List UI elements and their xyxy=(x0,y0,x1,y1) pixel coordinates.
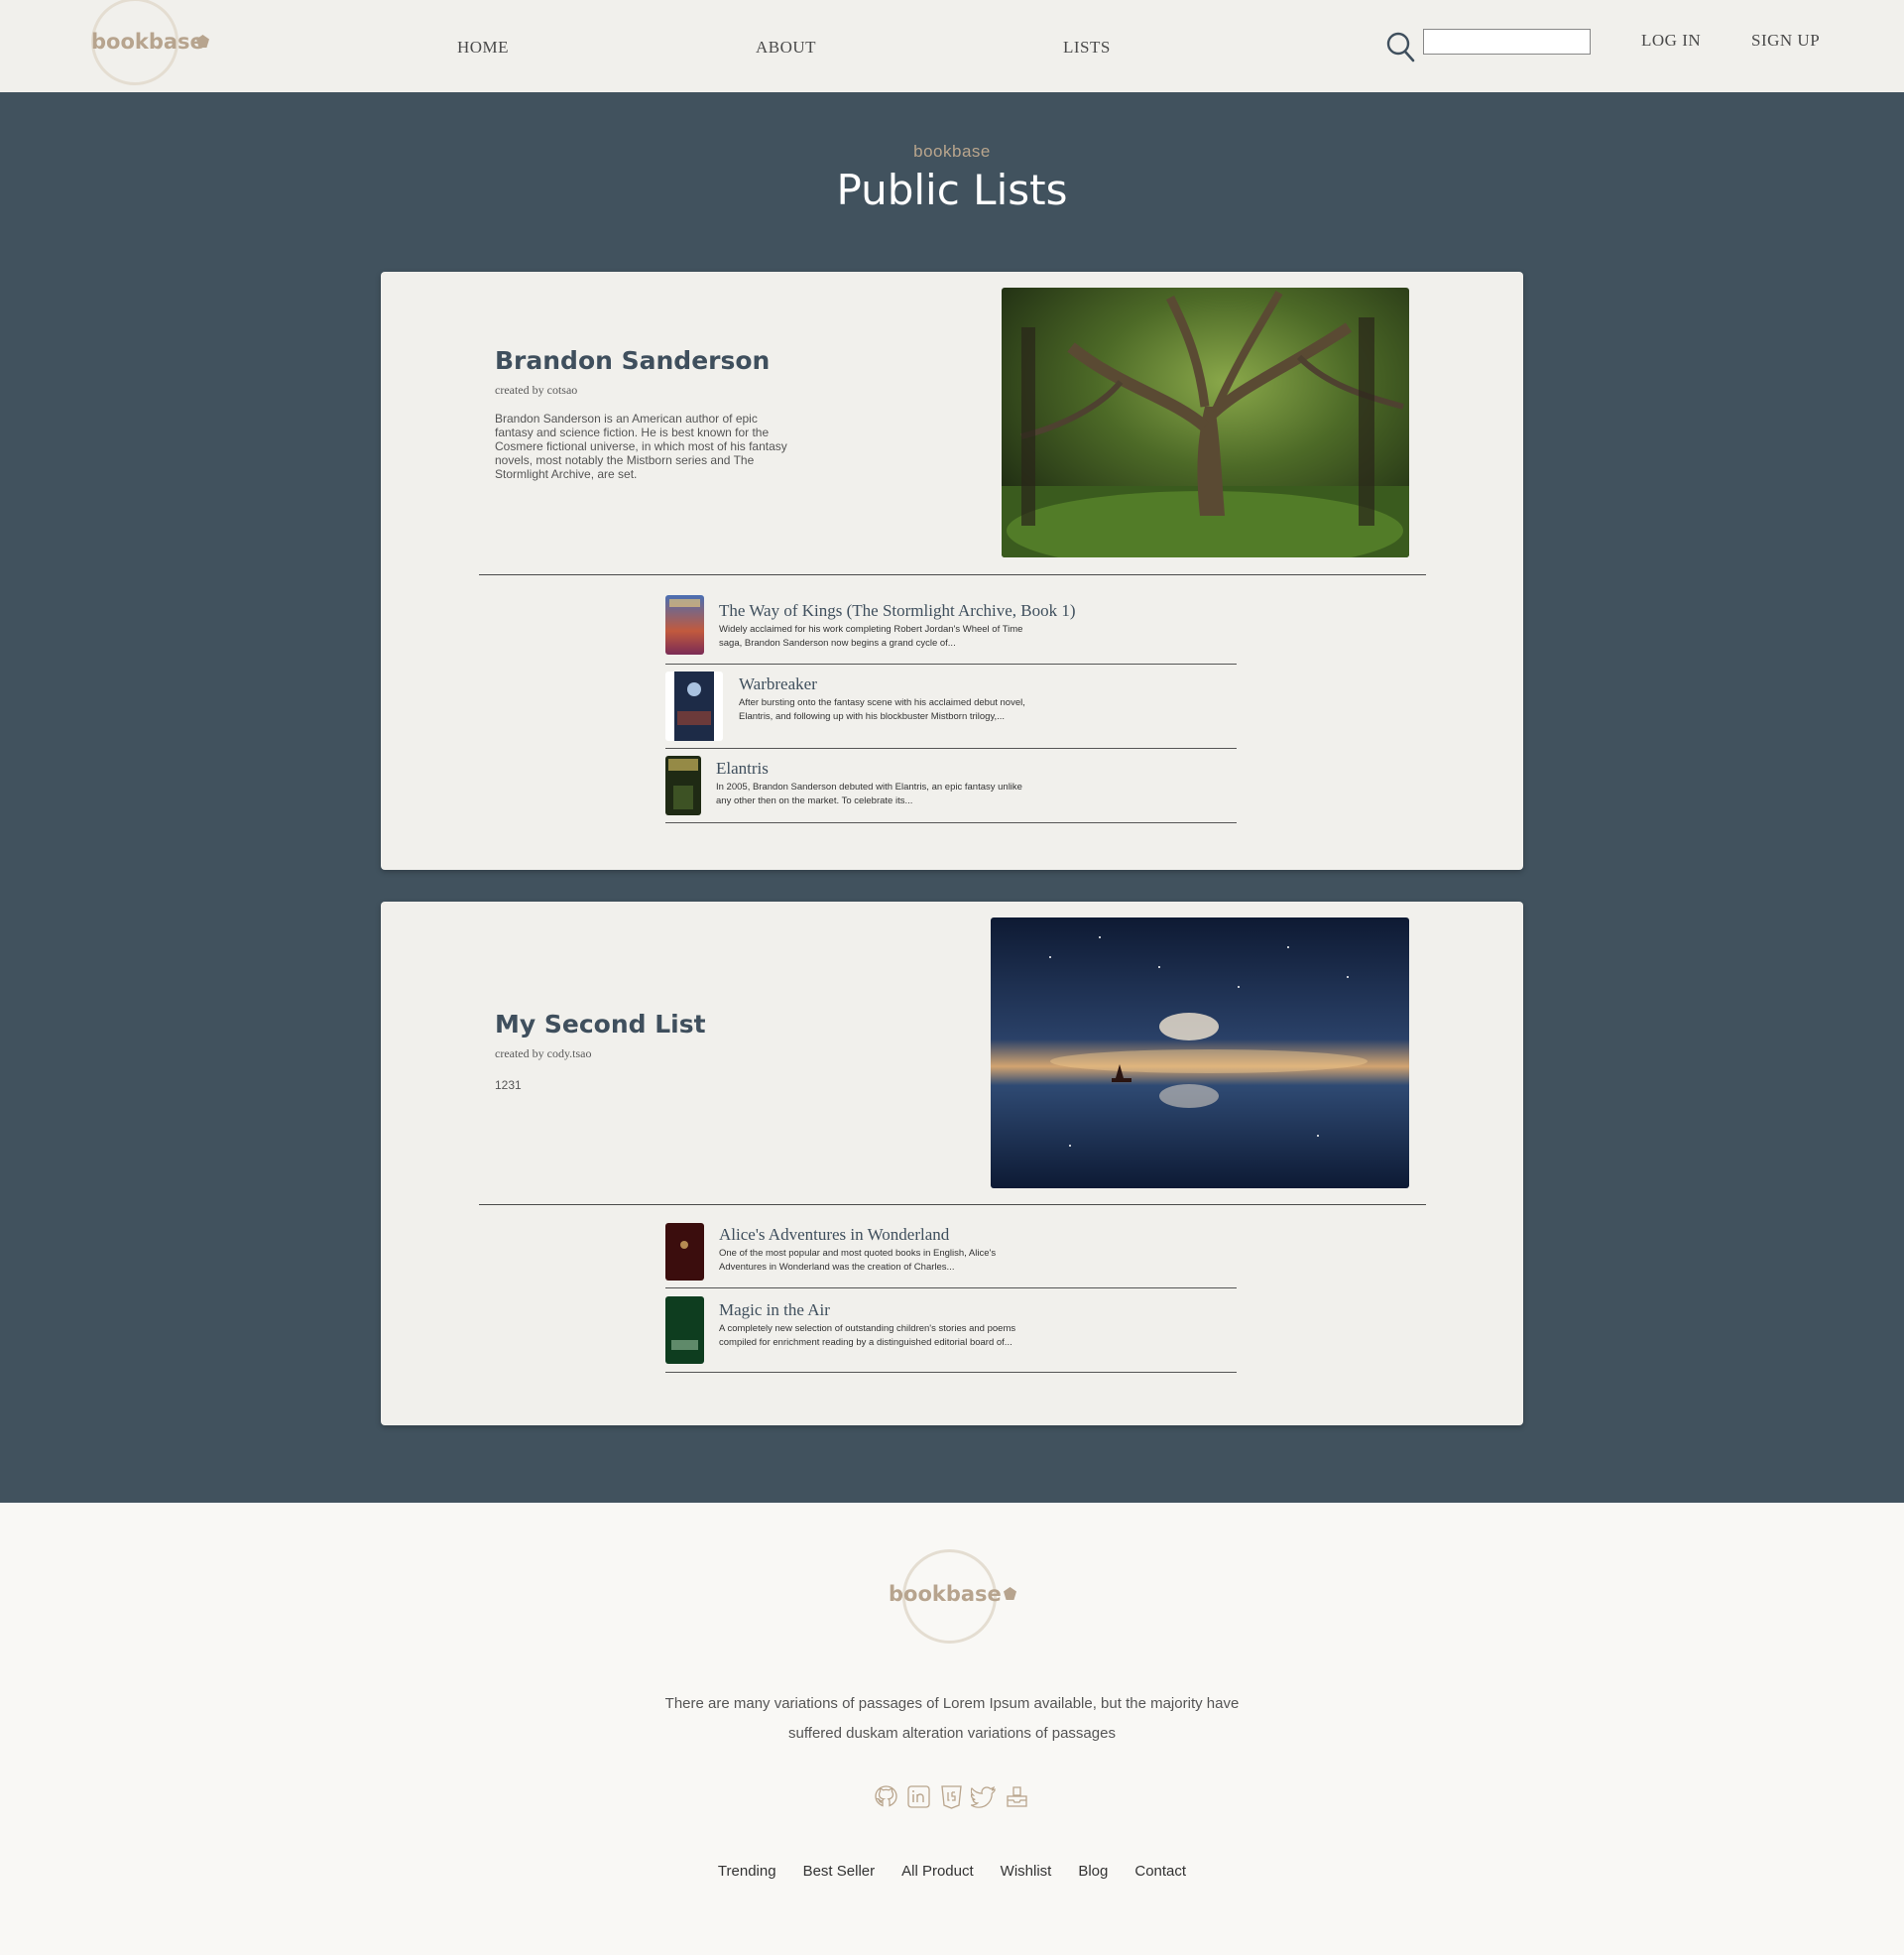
footer-links: Trending Best Seller All Product Wishlis… xyxy=(0,1863,1904,1880)
list-cover-image xyxy=(991,917,1409,1188)
linkedin-icon[interactable] xyxy=(905,1783,932,1810)
book-cover xyxy=(665,1223,704,1281)
html5-icon[interactable] xyxy=(938,1783,965,1810)
book-row[interactable]: Alice's Adventures in Wonderland One of … xyxy=(665,1223,1237,1288)
book-cover-art xyxy=(665,1223,704,1281)
book-title[interactable]: Elantris xyxy=(716,759,769,779)
book-cover xyxy=(665,756,701,815)
book-description: Widely acclaimed for his work completing… xyxy=(719,624,1023,649)
twitter-icon[interactable] xyxy=(971,1783,998,1810)
list-description: 1231 xyxy=(495,1078,522,1092)
book-description: A completely new selection of outstandin… xyxy=(719,1323,1016,1348)
list-card: Brandon Sanderson created by cotsao Bran… xyxy=(381,272,1523,870)
book-cover-art xyxy=(665,1296,704,1364)
search-input[interactable] xyxy=(1423,29,1591,55)
inbox-icon[interactable] xyxy=(1004,1783,1030,1810)
list-creator: created by cody.tsao xyxy=(495,1046,592,1060)
nav-home-link[interactable]: HOME xyxy=(457,38,509,58)
footer: bookbase There are many variations of pa… xyxy=(0,1503,1904,1955)
book-row[interactable]: Elantris In 2005, Brandon Sanderson debu… xyxy=(665,749,1237,823)
top-navbar: bookbase HOME ABOUT LISTS LOG IN SIGN UP xyxy=(0,0,1904,92)
social-links xyxy=(873,1783,1030,1813)
night-sky-sailboat-photo xyxy=(991,917,1409,1188)
book-description: One of the most popular and most quoted … xyxy=(719,1248,997,1273)
nav-about-link[interactable]: ABOUT xyxy=(756,38,816,58)
book-cover-art xyxy=(665,595,704,655)
nav-logo[interactable]: bookbase xyxy=(91,0,209,85)
footer-text: There are many variations of passages of… xyxy=(664,1695,1240,1742)
logo-text: bookbase xyxy=(889,1582,1002,1606)
book-cover-art xyxy=(665,756,701,815)
footer-link-blog[interactable]: Blog xyxy=(1078,1863,1108,1880)
list-description: Brandon Sanderson is an American author … xyxy=(495,412,787,481)
book-description: After bursting onto the fantasy scene wi… xyxy=(739,697,1025,722)
page-eyebrow: bookbase xyxy=(913,142,991,161)
book-title[interactable]: Magic in the Air xyxy=(719,1300,830,1320)
book-cover-art xyxy=(674,672,714,741)
list-title[interactable]: Brandon Sanderson xyxy=(495,346,770,375)
list-title[interactable]: My Second List xyxy=(495,1010,706,1039)
card-divider xyxy=(479,1204,1426,1205)
book-list: Alice's Adventures in Wonderland One of … xyxy=(665,1223,1237,1373)
book-row[interactable]: Magic in the Air A completely new select… xyxy=(665,1288,1237,1373)
footer-link-trending[interactable]: Trending xyxy=(718,1863,776,1880)
forest-tree-photo xyxy=(1002,288,1409,557)
nav-lists-link[interactable]: LISTS xyxy=(1063,38,1111,58)
book-cover xyxy=(665,595,704,655)
book-row[interactable]: Warbreaker After bursting onto the fanta… xyxy=(665,665,1237,749)
list-cover-image xyxy=(1002,288,1409,557)
list-creator: created by cotsao xyxy=(495,383,578,397)
github-icon[interactable] xyxy=(873,1783,899,1810)
footer-link-contact[interactable]: Contact xyxy=(1134,1863,1186,1880)
book-description: In 2005, Brandon Sanderson debuted with … xyxy=(716,782,1022,806)
gem-icon xyxy=(1004,1587,1016,1600)
book-row[interactable]: The Way of Kings (The Stormlight Archive… xyxy=(665,593,1237,665)
login-link[interactable]: LOG IN xyxy=(1641,31,1701,51)
page-title: Public Lists xyxy=(836,166,1068,214)
book-cover xyxy=(665,1296,704,1364)
main-section: bookbase Public Lists Brandon Sanderson … xyxy=(0,92,1904,1503)
footer-link-all-product[interactable]: All Product xyxy=(901,1863,974,1880)
logo-text: bookbase xyxy=(91,30,204,54)
book-title[interactable]: Alice's Adventures in Wonderland xyxy=(719,1225,949,1245)
footer-logo[interactable]: bookbase xyxy=(889,1549,1016,1644)
book-cover xyxy=(665,672,723,741)
list-card: My Second List created by cody.tsao 1231 xyxy=(381,902,1523,1425)
search-icon[interactable] xyxy=(1385,31,1415,62)
signup-link[interactable]: SIGN UP xyxy=(1751,31,1820,51)
footer-link-wishlist[interactable]: Wishlist xyxy=(1001,1863,1052,1880)
book-title[interactable]: The Way of Kings (The Stormlight Archive… xyxy=(719,601,1076,621)
card-divider xyxy=(479,574,1426,575)
book-title[interactable]: Warbreaker xyxy=(739,674,817,694)
footer-link-best-seller[interactable]: Best Seller xyxy=(803,1863,876,1880)
book-list: The Way of Kings (The Stormlight Archive… xyxy=(665,593,1237,823)
